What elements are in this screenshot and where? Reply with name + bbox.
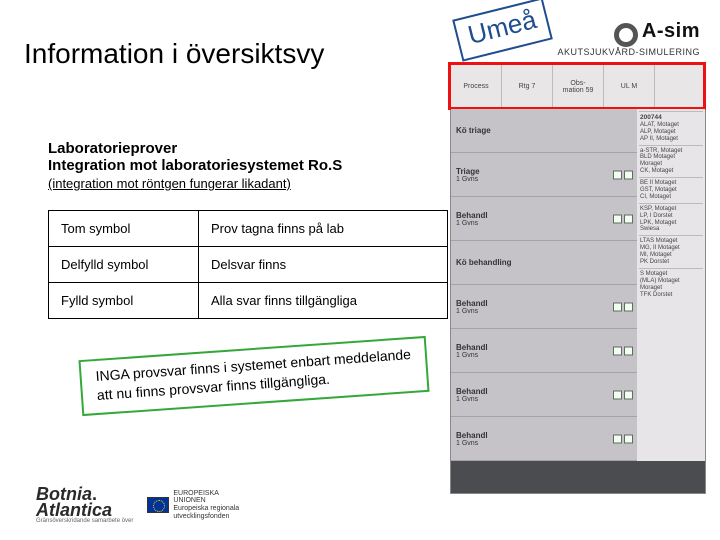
asim-tagline: AKUTSJUKVÅRD-SIMULERING (557, 47, 700, 57)
screenshot-footer-bar (451, 461, 705, 493)
lab-subheading: Integration mot laboratoriesystemet Ro.S (48, 157, 448, 174)
row-status-icons (613, 214, 633, 223)
queue-row[interactable]: Behandl 1 Gvns (451, 373, 637, 417)
lab-result-block: LTAS Motaget MG, II Motaget MI, Motaget … (639, 235, 703, 268)
screenshot-side-panel: 200744 ALAT, Motaget ALP, Motaget AP II,… (637, 109, 705, 461)
queue-row[interactable]: Kö behandling (451, 241, 637, 285)
queue-row[interactable]: Behandl 1 Gvns (451, 285, 637, 329)
lab-result-block: BE II Motaget GST, Motaget CI, Motaget (639, 177, 703, 203)
row-status-icons (613, 434, 633, 443)
asim-ring-icon (614, 23, 638, 47)
table-row: Delfylld symbol Delsvar finns (49, 247, 448, 283)
table-row: Tom symbol Prov tagna finns på lab (49, 211, 448, 247)
symbol-label: Tom symbol (49, 211, 199, 247)
tab-ulm[interactable]: UL M (604, 65, 655, 108)
queue-row[interactable]: Kö triage (451, 109, 637, 153)
lab-result-block: KSP, Motaget LP, I Dorstet LPK, Motaget … (639, 203, 703, 236)
tab-extra[interactable] (655, 65, 705, 108)
row-status-icons (613, 390, 633, 399)
lab-result-block: a-STR, Motaget BLD Motaget Moraget CK, M… (639, 145, 703, 178)
botnia-atlantica-logo: Botnia. Atlantica Gränsöverskridande sam… (36, 486, 133, 524)
lab-result-block: S Motaget (MLA) Motaget Moraget TFK Dors… (639, 268, 703, 301)
lab-integration-note: (integration mot röntgen fungerar likada… (48, 176, 448, 191)
row-status-icons (613, 302, 633, 311)
queue-row[interactable]: Triage 1 Gvns (451, 153, 637, 197)
eu-logo: EUROPEISKA UNIONEN Europeiska regionala … (147, 490, 239, 521)
footer-logos: Botnia. Atlantica Gränsöverskridande sam… (36, 486, 239, 524)
table-row: Fylld symbol Alla svar finns tillgänglig… (49, 283, 448, 319)
lab-result-block: 200744 ALAT, Motaget ALP, Motaget AP II,… (639, 111, 703, 145)
queue-row[interactable]: Behandl 1 Gvns (451, 417, 637, 461)
green-note-box: INGA provsvar finns i systemet enbart me… (78, 336, 429, 416)
app-screenshot: Process Rtg 7 Obs-mation 59 UL M Kö tria… (450, 64, 706, 494)
symbol-label: Fylld symbol (49, 283, 199, 319)
symbol-desc: Alla svar finns tillgängliga (199, 283, 448, 319)
tab-rtg[interactable]: Rtg 7 (502, 65, 553, 108)
asim-brand: A-sim (642, 20, 700, 42)
stamp-umea: Umeå (452, 0, 553, 62)
symbol-label: Delfylld symbol (49, 247, 199, 283)
asim-logo: A-sim AKUTSJUKVÅRD-SIMULERING (557, 20, 700, 57)
symbol-table: Tom symbol Prov tagna finns på lab Delfy… (48, 210, 448, 319)
screenshot-body: Kö triage Triage 1 Gvns Behandl 1 Gvns K… (451, 109, 705, 461)
symbol-desc: Prov tagna finns på lab (199, 211, 448, 247)
queue-row[interactable]: Behandl 1 Gvns (451, 197, 637, 241)
symbol-desc: Delsvar finns (199, 247, 448, 283)
tab-obs[interactable]: Obs-mation 59 (553, 65, 604, 108)
row-status-icons (613, 170, 633, 179)
lab-heading: Laboratorieprover (48, 140, 448, 157)
screenshot-tabs: Process Rtg 7 Obs-mation 59 UL M (451, 65, 705, 109)
lab-section: Laboratorieprover Integration mot labora… (48, 140, 448, 191)
page-title: Information i översiktsvy (24, 38, 324, 70)
eu-flag-icon (147, 497, 169, 513)
tab-process[interactable]: Process (451, 65, 502, 108)
row-status-icons (613, 346, 633, 355)
screenshot-main-column: Kö triage Triage 1 Gvns Behandl 1 Gvns K… (451, 109, 637, 461)
queue-row[interactable]: Behandl 1 Gvns (451, 329, 637, 373)
